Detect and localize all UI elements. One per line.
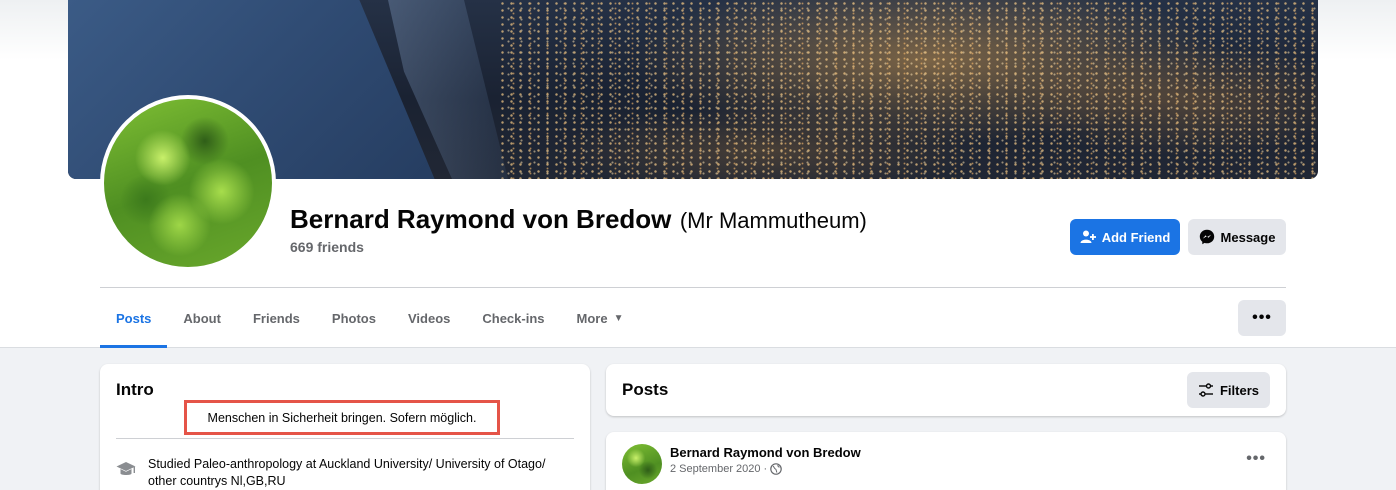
profile-name-row: Bernard Raymond von Bredow (Mr Mammutheu…	[290, 204, 867, 235]
sliders-icon	[1198, 383, 1213, 397]
post-options-button[interactable]: •••	[1246, 450, 1266, 468]
cover-city-lights	[498, 0, 1318, 179]
globe-icon	[770, 463, 782, 475]
posts-header-card: Posts Filters	[606, 364, 1286, 416]
message-label: Message	[1220, 229, 1276, 245]
intro-education-text: Studied Paleo-anthropology at Auckland U…	[148, 457, 546, 488]
profile-avatar[interactable]	[100, 95, 276, 271]
post-meta: 2 September 2020 ·	[670, 463, 782, 475]
post-author-avatar[interactable]	[622, 444, 662, 484]
tab-photos-label: Photos	[331, 310, 376, 326]
tab-check-ins-label: Check-ins	[482, 310, 545, 326]
profile-alternate-name: (Mr Mammutheum)	[679, 208, 867, 233]
tab-check-ins[interactable]: Check-ins	[466, 288, 560, 348]
intro-divider	[116, 438, 574, 439]
messenger-icon	[1199, 229, 1214, 245]
profile-name: Bernard Raymond von Bredow	[290, 204, 672, 234]
post-meta-separator: ·	[763, 463, 768, 475]
filters-button[interactable]: Filters	[1187, 372, 1270, 408]
intro-bio: Menschen in Sicherheit bringen. Sofern m…	[184, 400, 500, 435]
profile-more-options-button[interactable]: •••	[1238, 300, 1286, 336]
post-card: Bernard Raymond von Bredow 2 September 2…	[606, 432, 1286, 490]
post-date[interactable]: 2 September 2020	[670, 463, 761, 475]
intro-card: Intro Menschen in Sicherheit bringen. So…	[100, 364, 590, 490]
intro-title: Intro	[116, 380, 154, 399]
friends-count[interactable]: 669 friends	[290, 239, 364, 255]
profile-tabs: Posts About Friends Photos Videos Check-…	[100, 288, 639, 348]
profile-header: Bernard Raymond von Bredow (Mr Mammutheu…	[0, 0, 1396, 348]
tab-more-label: More	[576, 310, 608, 326]
caret-down-icon: ▼	[613, 312, 624, 324]
tab-friends-label: Friends	[252, 310, 300, 326]
message-button[interactable]: Message	[1188, 219, 1286, 255]
graduation-cap-icon	[116, 462, 136, 475]
tab-posts[interactable]: Posts	[100, 288, 168, 348]
tab-friends[interactable]: Friends	[237, 288, 316, 348]
add-friend-button[interactable]: Add Friend	[1070, 219, 1180, 255]
tab-posts-label: Posts	[116, 310, 152, 326]
tab-photos[interactable]: Photos	[316, 288, 392, 348]
intro-education-item: Studied Paleo-anthropology at Auckland U…	[116, 456, 576, 490]
add-person-icon	[1080, 230, 1096, 243]
add-friend-label: Add Friend	[1101, 229, 1171, 245]
tab-videos-label: Videos	[407, 310, 451, 326]
posts-title: Posts	[622, 380, 669, 399]
post-author-name[interactable]: Bernard Raymond von Bredow	[670, 445, 861, 460]
tab-about-label: About	[183, 310, 221, 326]
tab-about[interactable]: About	[167, 288, 237, 348]
tab-more[interactable]: More ▼	[561, 288, 640, 348]
tab-videos[interactable]: Videos	[392, 288, 466, 348]
filters-label: Filters	[1219, 382, 1259, 398]
